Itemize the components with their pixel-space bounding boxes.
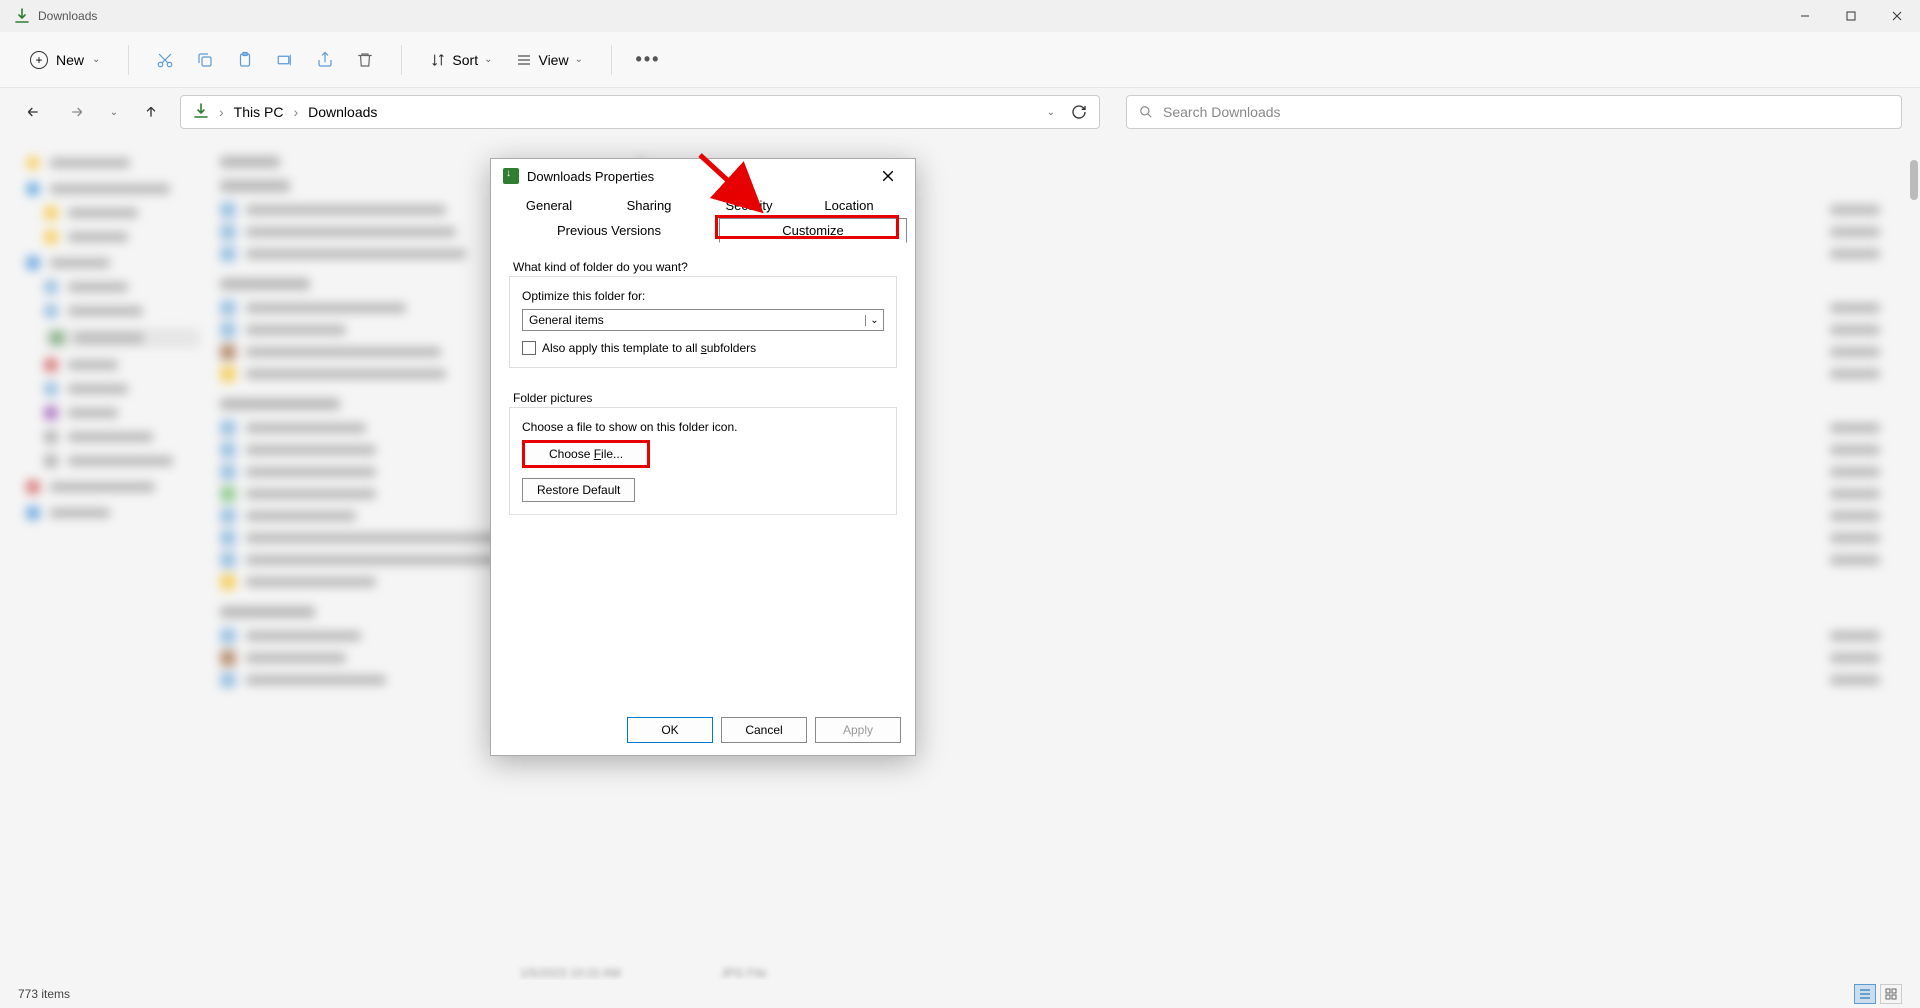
rename-icon[interactable] <box>267 42 303 78</box>
background-file-meta: 1/5/2023 10:22 AM JPG File <box>520 966 767 980</box>
recent-button[interactable]: ⌄ <box>106 97 122 127</box>
file-browser-content <box>0 140 1920 980</box>
delete-icon[interactable] <box>347 42 383 78</box>
titlebar: Downloads <box>0 0 1920 32</box>
tab-location[interactable]: Location <box>799 193 899 218</box>
combo-value: General items <box>523 313 865 327</box>
section-heading: Folder pictures <box>509 391 596 405</box>
optimize-label: Optimize this folder for: <box>522 289 884 303</box>
search-input[interactable]: Search Downloads <box>1126 95 1902 129</box>
choose-file-button[interactable]: Choose File... <box>522 440 650 468</box>
chevron-down-icon: ⌄ <box>92 54 100 65</box>
dialog-title: Downloads Properties <box>527 169 654 184</box>
view-label: View <box>538 52 568 68</box>
refresh-icon[interactable] <box>1071 104 1087 120</box>
tab-previous-versions[interactable]: Previous Versions <box>499 218 719 243</box>
chevron-down-icon[interactable]: ⌄ <box>1047 107 1055 118</box>
toolbar: + New ⌄ Sort ⌄ View ⌄ ••• <box>0 32 1920 88</box>
checkbox-icon <box>522 341 536 355</box>
cancel-button[interactable]: Cancel <box>721 717 807 743</box>
breadcrumb-current[interactable]: Downloads <box>308 104 377 120</box>
maximize-button[interactable] <box>1828 0 1874 32</box>
chevron-down-icon: ⌄ <box>865 315 883 326</box>
optimize-combo[interactable]: General items ⌄ <box>522 309 884 331</box>
window-controls <box>1782 0 1920 32</box>
breadcrumb-separator: › <box>219 104 224 120</box>
downloads-icon <box>193 103 209 122</box>
chevron-down-icon: ⌄ <box>484 54 492 65</box>
tab-strip: General Sharing Security Location Previo… <box>491 193 915 243</box>
restore-default-button[interactable]: Restore Default <box>522 478 635 502</box>
minimize-button[interactable] <box>1782 0 1828 32</box>
dialog-titlebar[interactable]: Downloads Properties <box>491 159 915 193</box>
breadcrumb-separator: › <box>293 104 298 120</box>
more-button[interactable]: ••• <box>630 42 666 78</box>
paste-icon[interactable] <box>227 42 263 78</box>
new-label: New <box>56 52 84 68</box>
properties-dialog: Downloads Properties General Sharing Sec… <box>490 158 916 756</box>
copy-icon[interactable] <box>187 42 223 78</box>
plus-icon: + <box>30 51 48 69</box>
section-heading: What kind of folder do you want? <box>509 260 692 274</box>
chevron-down-icon: ⌄ <box>575 54 583 65</box>
status-bar: 773 items <box>0 980 1920 1008</box>
details-view-toggle[interactable] <box>1854 984 1876 1004</box>
view-button[interactable]: View ⌄ <box>506 48 592 72</box>
sort-button[interactable]: Sort ⌄ <box>420 48 502 72</box>
also-apply-checkbox[interactable]: Also apply this template to all subfolde… <box>522 341 884 355</box>
close-window-button[interactable] <box>1874 0 1920 32</box>
dialog-button-row: OK Cancel Apply <box>627 717 901 743</box>
sort-label: Sort <box>452 52 478 68</box>
scrollbar-thumb[interactable] <box>1910 160 1918 200</box>
ok-button[interactable]: OK <box>627 717 713 743</box>
sort-icon <box>430 52 446 68</box>
window-title: Downloads <box>38 9 97 23</box>
tab-content-customize: What kind of folder do you want? Optimiz… <box>491 243 915 515</box>
new-button[interactable]: + New ⌄ <box>20 47 110 73</box>
tab-general[interactable]: General <box>499 193 599 218</box>
address-bar[interactable]: › This PC › Downloads ⌄ <box>180 95 1100 129</box>
search-icon <box>1139 105 1153 119</box>
thumbnails-view-toggle[interactable] <box>1880 984 1902 1004</box>
folder-icon <box>503 168 519 184</box>
search-placeholder: Search Downloads <box>1163 104 1281 120</box>
cut-icon[interactable] <box>147 42 183 78</box>
downloads-icon <box>14 8 30 24</box>
tab-customize[interactable]: Customize <box>719 218 907 243</box>
checkbox-label: Also apply this template to all subfolde… <box>542 341 756 355</box>
separator <box>611 45 612 75</box>
back-button[interactable] <box>18 97 48 127</box>
navbar: ⌄ › This PC › Downloads ⌄ Search Downloa… <box>0 88 1920 136</box>
choose-file-msg: Choose a file to show on this folder ico… <box>522 420 884 434</box>
up-button[interactable] <box>136 97 166 127</box>
apply-button[interactable]: Apply <box>815 717 901 743</box>
breadcrumb-root[interactable]: This PC <box>234 104 284 120</box>
share-icon[interactable] <box>307 42 343 78</box>
separator <box>401 45 402 75</box>
separator <box>128 45 129 75</box>
tab-sharing[interactable]: Sharing <box>599 193 699 218</box>
tab-security[interactable]: Security <box>699 193 799 218</box>
forward-button[interactable] <box>62 97 92 127</box>
item-count: 773 items <box>18 987 70 1001</box>
view-icon <box>516 52 532 68</box>
close-dialog-button[interactable] <box>873 161 903 191</box>
